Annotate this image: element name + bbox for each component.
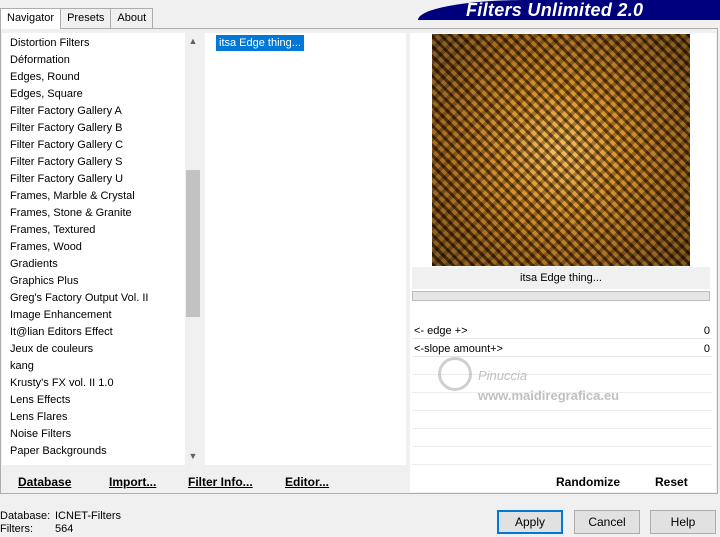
editor-button[interactable]: Editor...	[285, 474, 329, 490]
category-item[interactable]: Noise Filters	[10, 426, 182, 443]
category-item[interactable]: Filter Factory Gallery U	[10, 171, 182, 188]
watermark: Pinuccia www.maidiregrafica.eu	[438, 353, 678, 413]
category-item[interactable]: kang	[10, 358, 182, 375]
category-list-panel: Distortion Filters Déformation Edges, Roun…	[2, 33, 201, 465]
category-item[interactable]: It@lian Editors Effect	[10, 324, 182, 341]
category-item[interactable]: Krusty's FX vol. II 1.0	[10, 375, 182, 392]
scroll-thumb[interactable]	[186, 170, 200, 317]
cancel-button[interactable]: Cancel	[574, 510, 640, 534]
apply-button[interactable]: Apply	[497, 510, 563, 534]
category-item[interactable]: Frames, Stone & Granite	[10, 205, 182, 222]
scroll-down-icon[interactable]: ▼	[185, 448, 201, 465]
category-item[interactable]: Edges, Round	[10, 69, 182, 86]
tab-bar: Navigator Presets About	[0, 8, 154, 29]
category-item[interactable]: Déformation	[10, 52, 182, 69]
category-item[interactable]: Distortion Filters	[10, 35, 182, 52]
watermark-name: Pinuccia	[478, 368, 528, 383]
status-database-value: ICNET-Filters	[55, 510, 121, 522]
param-slot	[412, 413, 712, 429]
param-value: 0	[703, 324, 710, 337]
status-filters-value: 564	[55, 523, 74, 535]
param-slot	[412, 431, 712, 447]
category-item[interactable]: Lens Flares	[10, 409, 182, 426]
category-item[interactable]: Frames, Textured	[10, 222, 182, 239]
category-item[interactable]: Edges, Square	[10, 86, 182, 103]
reset-button[interactable]: Reset	[655, 474, 688, 490]
category-item[interactable]: Lens Effects	[10, 392, 182, 409]
database-button[interactable]: Database	[18, 474, 71, 490]
category-list: Distortion Filters Déformation Edges, Roun…	[10, 35, 182, 460]
tab-presets[interactable]: Presets	[60, 8, 112, 28]
help-button[interactable]: Help	[650, 510, 716, 534]
category-item[interactable]: Filter Factory Gallery S	[10, 154, 182, 171]
category-item[interactable]: Filter Factory Gallery A	[10, 103, 182, 120]
title-banner: Filters Unlimited 2.0	[418, 0, 720, 20]
scroll-up-icon[interactable]: ▲	[185, 33, 201, 50]
param-label: <- edge +>	[414, 324, 468, 337]
app-title: Filters Unlimited 2.0	[466, 0, 644, 20]
param-value: 0	[703, 342, 710, 355]
param-slider-edge[interactable]: <- edge +> 0	[412, 323, 712, 339]
filter-info-button[interactable]: Filter Info...	[188, 474, 253, 490]
category-item[interactable]: Frames, Marble & Crystal	[10, 188, 182, 205]
category-item[interactable]: Filter Factory Gallery C	[10, 137, 182, 154]
category-scrollbar[interactable]: ▲ ▼	[185, 33, 201, 465]
tab-navigator[interactable]: Navigator	[0, 8, 62, 29]
category-item[interactable]: Graphics Plus	[10, 273, 182, 290]
filter-item-selected[interactable]: itsa Edge thing...	[216, 35, 304, 51]
preview-image	[432, 34, 690, 266]
category-item[interactable]: Paper Backgrounds	[10, 443, 182, 460]
category-item[interactable]: Gradients	[10, 256, 182, 273]
category-item[interactable]: Filter Factory Gallery B	[10, 120, 182, 137]
randomize-button[interactable]: Randomize	[556, 474, 620, 490]
status-filters-label: Filters:	[0, 523, 33, 535]
param-slot	[412, 449, 712, 465]
filter-list-panel: itsa Edge thing...	[205, 33, 406, 465]
category-item[interactable]: Jeux de couleurs	[10, 341, 182, 358]
tab-about[interactable]: About	[110, 8, 154, 28]
category-item[interactable]: Greg's Factory Output Vol. II	[10, 290, 182, 307]
progress-bar	[412, 291, 710, 301]
category-item[interactable]: Image Enhancement	[10, 307, 182, 324]
watermark-logo-icon	[438, 357, 472, 391]
status-database-label: Database:	[0, 510, 51, 522]
watermark-url: www.maidiregrafica.eu	[478, 388, 620, 403]
status-info: Database: ICNET-Filters Filters: 564	[0, 510, 121, 536]
import-button[interactable]: Import...	[109, 474, 156, 490]
preview-panel: itsa Edge thing... <- edge +> 0 <-slope …	[410, 33, 716, 492]
category-item[interactable]: Frames, Wood	[10, 239, 182, 256]
preview-filter-name: itsa Edge thing...	[412, 267, 710, 289]
